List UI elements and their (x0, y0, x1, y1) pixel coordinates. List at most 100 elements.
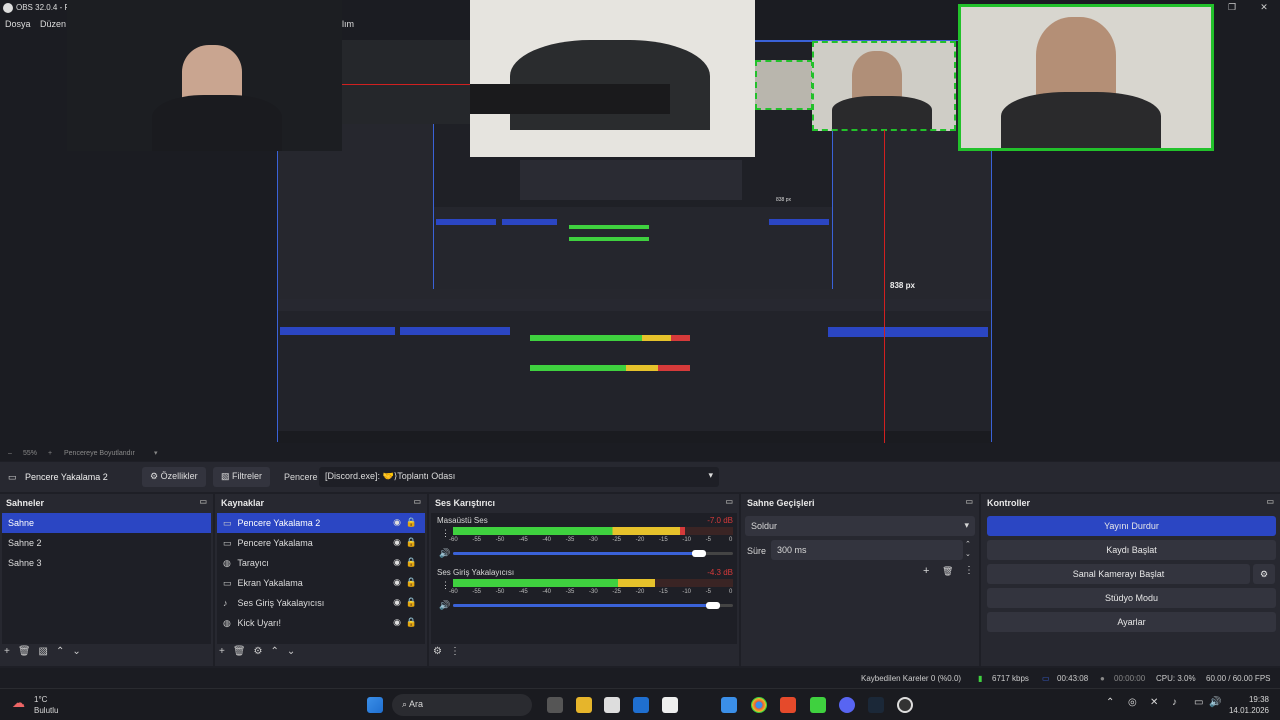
trash-icon[interactable]: 🗑 (942, 566, 953, 577)
spin-up-icon[interactable]: ⌃ (965, 540, 971, 548)
speaker-icon[interactable]: 🔊 (439, 548, 450, 559)
eye-icon[interactable]: ◉ (393, 557, 401, 568)
scene-item[interactable]: Sahne 2 (2, 533, 211, 553)
app-icon[interactable] (810, 697, 826, 713)
filter-icon[interactable]: ▧ (39, 646, 48, 657)
zoom-out-button[interactable]: – (8, 450, 12, 457)
kebab-menu-icon[interactable]: ⋮ (450, 646, 460, 657)
chevron-down-icon[interactable]: ▾ (154, 449, 158, 457)
webcam-source-4[interactable] (958, 4, 1214, 151)
stop-stream-button[interactable]: Yayını Durdur (987, 516, 1276, 536)
preview-area[interactable]: 838 px 838 px (0, 0, 1280, 447)
eye-icon[interactable]: ◉ (393, 617, 401, 628)
start-recording-button[interactable]: Kaydı Başlat (987, 540, 1276, 560)
lock-icon[interactable]: 🔒 (406, 537, 417, 548)
scene-item[interactable]: Sahne (2, 513, 211, 533)
menu-edit[interactable]: Düzen (40, 19, 66, 29)
store-icon[interactable] (721, 697, 737, 713)
add-icon[interactable]: + (219, 646, 225, 657)
webcam-source-3-copy[interactable] (755, 60, 813, 110)
notification-icon[interactable]: ✕ (1150, 697, 1158, 708)
lock-icon[interactable]: 🔒 (406, 517, 417, 528)
volume-slider-knob[interactable] (706, 602, 721, 609)
arrow-up-icon[interactable]: ⌃ (271, 646, 279, 657)
kebab-menu-icon[interactable]: ⋮ (964, 565, 974, 576)
clock-time[interactable]: 19:38 (1229, 695, 1269, 704)
volume-slider-track[interactable] (453, 602, 733, 609)
start-icon[interactable] (367, 697, 383, 713)
maximize-icon[interactable]: ❐ (1226, 2, 1238, 12)
undock-icon[interactable]: ▭ (413, 497, 421, 506)
webcam-source-3-selected[interactable] (812, 41, 956, 131)
steam-icon[interactable] (868, 697, 884, 713)
taskbar-search[interactable]: ⌕ Ara (392, 694, 532, 716)
undock-icon[interactable]: ▭ (1266, 497, 1274, 506)
lock-icon[interactable]: 🔒 (406, 617, 417, 628)
gear-icon[interactable]: ⚙ (254, 646, 263, 657)
microphone-icon[interactable]: ♪ (1172, 697, 1177, 708)
eye-icon[interactable]: ◉ (393, 597, 401, 608)
source-item[interactable]: ◍ Tarayıcı ◉ 🔒 (217, 553, 425, 573)
webcam-source-1[interactable] (67, 0, 342, 151)
arrow-down-icon[interactable]: ⌄ (72, 646, 80, 657)
window-select[interactable]: [Discord.exe]: 🤝⟩Toplantı Odası ▾ (319, 467, 719, 487)
undock-icon[interactable]: ▭ (199, 497, 207, 506)
eye-icon[interactable]: ◉ (393, 517, 401, 528)
eye-icon[interactable]: ◉ (393, 537, 401, 548)
app-tray-icon[interactable]: ◎ (1128, 697, 1137, 708)
snipping-tool-icon[interactable] (604, 697, 620, 713)
arrow-up-icon[interactable]: ⌃ (56, 646, 64, 657)
undock-icon[interactable]: ▭ (965, 497, 973, 506)
arrow-down-icon[interactable]: ⌄ (287, 646, 295, 657)
duration-input[interactable]: 300 ms (771, 540, 963, 560)
webcam-source-2[interactable] (470, 0, 755, 157)
obs-icon[interactable] (897, 697, 913, 713)
clock-date[interactable]: 14.01.2026 (1219, 706, 1269, 715)
controls-dock: Kontroller ▭ Yayını Durdur Kaydı Başlat S… (981, 494, 1280, 666)
volume-slider-track[interactable] (453, 550, 733, 557)
transitions-title: Sahne Geçişleri ▭ (747, 497, 973, 508)
source-item[interactable]: ▭ Pencere Yakalama 2 ◉ 🔒 (217, 513, 425, 533)
filters-button[interactable]: ▧ Filtreler (213, 467, 271, 487)
virtual-camera-settings-button[interactable]: ⚙ (1253, 564, 1275, 584)
spin-down-icon[interactable]: ⌄ (965, 550, 971, 558)
settings-button[interactable]: Ayarlar (987, 612, 1276, 632)
task-view-icon[interactable] (547, 697, 563, 713)
source-item[interactable]: ♪ Ses Giriş Yakalayıcısı ◉ 🔒 (217, 593, 425, 613)
chrome-icon[interactable] (751, 697, 767, 713)
gear-icon[interactable]: ⚙ (433, 646, 442, 657)
transition-select[interactable]: Soldur ▾ (745, 516, 975, 536)
outlook-icon[interactable] (633, 697, 649, 713)
undock-icon[interactable]: ▭ (725, 497, 733, 506)
eye-icon[interactable]: ◉ (393, 577, 401, 588)
source-item[interactable]: ◍ Kick Uyarı! ◉ 🔒 (217, 613, 425, 633)
volume-slider-knob[interactable] (692, 550, 707, 557)
chevron-up-icon[interactable]: ⌃ (1106, 697, 1114, 708)
add-icon[interactable]: + (4, 646, 10, 657)
discord-icon[interactable] (839, 697, 855, 713)
speaker-icon[interactable]: 🔊 (439, 600, 450, 611)
close-icon[interactable]: ✕ (1258, 2, 1270, 12)
lock-icon[interactable]: 🔒 (406, 557, 417, 568)
app-icon[interactable] (662, 697, 678, 713)
display-icon[interactable]: ▭ (1194, 697, 1203, 708)
zoom-in-button[interactable]: + (48, 450, 52, 457)
source-item[interactable]: ▭ Ekran Yakalama ◉ 🔒 (217, 573, 425, 593)
trash-icon[interactable]: 🗑 (233, 646, 246, 657)
start-virtual-camera-button[interactable]: Sanal Kamerayı Başlat (987, 564, 1250, 584)
lock-icon[interactable]: 🔒 (406, 597, 417, 608)
menu-help-fragment[interactable]: lım (342, 19, 354, 29)
properties-button[interactable]: ⚙ Özellikler (142, 467, 206, 487)
lock-icon[interactable]: 🔒 (406, 577, 417, 588)
menu-file[interactable]: Dosya (5, 19, 31, 29)
brave-icon[interactable] (780, 697, 796, 713)
trash-icon[interactable]: 🗑 (18, 646, 31, 657)
fit-to-window-button[interactable]: Pencereye Boyutlandır (64, 450, 135, 457)
add-icon[interactable]: + (923, 565, 929, 577)
source-item[interactable]: ▭ Pencere Yakalama ◉ 🔒 (217, 533, 425, 553)
scene-item[interactable]: Sahne 3 (2, 553, 211, 573)
webcam-source-1-copy[interactable] (342, 40, 470, 124)
studio-mode-button[interactable]: Stüdyo Modu (987, 588, 1276, 608)
file-explorer-icon[interactable] (576, 697, 592, 713)
weather-icon[interactable]: ☁ (12, 695, 25, 711)
